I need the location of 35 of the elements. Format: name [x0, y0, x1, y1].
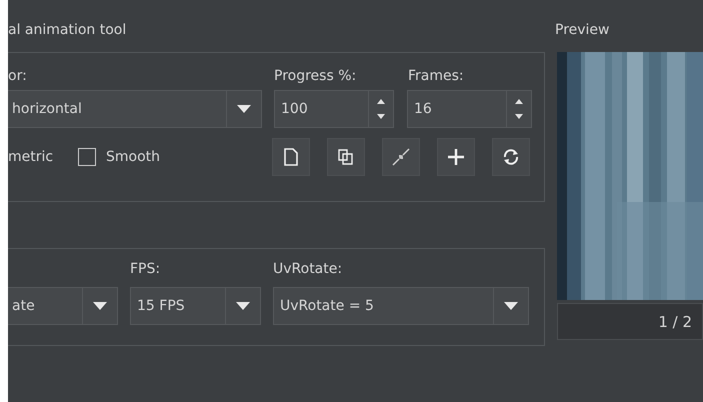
- collapse-button[interactable]: [382, 138, 420, 176]
- panel-title: al animation tool: [8, 21, 128, 40]
- field-label: Progress %:: [274, 68, 358, 84]
- dropdown-value: 15 FPS: [136, 298, 186, 314]
- dropdown[interactable]: 15 FPS: [130, 287, 261, 325]
- spinbox-value: 16: [413, 101, 433, 117]
- frame-counter: 1 / 2: [658, 312, 692, 330]
- dropdown-value: UvRotate = 5: [279, 298, 375, 314]
- frames-spinbox[interactable]: 16: [407, 90, 532, 128]
- caret-icon: [504, 302, 518, 310]
- refresh-icon: [502, 148, 520, 166]
- caret-icon: [237, 105, 251, 113]
- field-label: or:: [8, 68, 28, 84]
- add-button[interactable]: [437, 138, 475, 176]
- field-label: UvRotate:: [273, 261, 344, 279]
- copy-icon: [337, 148, 355, 166]
- smooth-checkbox[interactable]: Smooth: [78, 148, 272, 166]
- plus-icon: [446, 147, 466, 167]
- field-label: FPS:: [130, 261, 162, 279]
- dropdown-value: ate: [11, 298, 36, 314]
- new-page-button[interactable]: [272, 138, 310, 176]
- page-icon: [283, 148, 299, 166]
- dropdown[interactable]: ate: [8, 287, 118, 325]
- mode-dropdown[interactable]: horizontal: [8, 90, 262, 128]
- checkbox-label: metric: [8, 149, 54, 165]
- caret-icon: [236, 302, 250, 310]
- field-label: Frames:: [408, 68, 464, 84]
- copy-button[interactable]: [327, 138, 365, 176]
- spinbox-value: 100: [280, 101, 309, 117]
- caret-icon: [93, 302, 107, 310]
- dropdown-value: horizontal: [11, 101, 83, 117]
- refresh-button[interactable]: [492, 138, 530, 176]
- preview-title: Preview: [555, 21, 610, 40]
- dropdown[interactable]: UvRotate = 5: [273, 287, 529, 325]
- progress-spinbox[interactable]: 100: [274, 90, 394, 128]
